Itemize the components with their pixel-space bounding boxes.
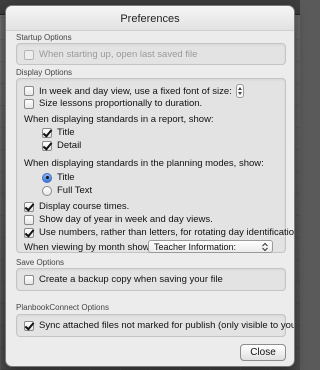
backup-copy-checkbox[interactable] <box>24 274 34 285</box>
planning-full-text-label: Full Text <box>57 185 93 196</box>
planning-title-radio[interactable] <box>42 172 52 183</box>
planning-full-text-radio[interactable] <box>42 185 52 196</box>
fixed-font-checkbox[interactable] <box>24 86 34 96</box>
report-detail-row: Detail <box>42 140 81 151</box>
day-of-year-label: Show day of year in week and day views. <box>39 214 213 225</box>
display-section-label: Display Options <box>16 68 73 77</box>
use-numbers-checkbox[interactable] <box>24 227 34 238</box>
report-title-row: Title <box>42 127 75 138</box>
window-title: Preferences <box>6 6 294 31</box>
open-last-saved-label: When starting up, open last saved file <box>39 49 198 60</box>
report-title-label: Title <box>57 127 75 138</box>
open-last-saved-row: When starting up, open last saved file <box>24 49 197 60</box>
sync-files-checkbox[interactable] <box>24 320 34 331</box>
course-times-row: Display course times. <box>24 201 129 212</box>
startup-group: When starting up, open last saved file <box>16 43 286 65</box>
month-view-label: When viewing by month show: <box>24 242 153 253</box>
use-numbers-row: Use numbers, rather than letters, for ro… <box>24 227 294 238</box>
report-detail-checkbox[interactable] <box>42 140 52 151</box>
display-group: In week and day view, use a fixed font o… <box>16 78 294 253</box>
save-section-label: Save Options <box>16 258 65 267</box>
save-group: Create a backup copy when saving your fi… <box>16 268 286 291</box>
preferences-window: Preferences Startup Options When startin… <box>6 6 294 366</box>
fixed-font-row: In week and day view, use a fixed font o… <box>24 84 244 98</box>
close-button[interactable]: Close <box>240 344 286 361</box>
fixed-font-label: In week and day view, use a fixed font o… <box>39 85 232 97</box>
select-chevrons-icon <box>262 242 268 252</box>
size-lessons-checkbox[interactable] <box>24 98 34 109</box>
planning-title-label: Title <box>57 172 75 183</box>
sync-files-label: Sync attached files not marked for publi… <box>39 320 294 331</box>
report-standards-heading: When displaying standards in a report, s… <box>24 114 214 125</box>
planning-standards-heading: When displaying standards in the plannin… <box>24 158 264 169</box>
use-numbers-label: Use numbers, rather than letters, for ro… <box>39 227 294 238</box>
planning-title-row: Title <box>42 172 75 183</box>
sync-files-row: Sync attached files not marked for publi… <box>24 320 294 331</box>
size-lessons-row: Size lessons proportionally to duration. <box>24 98 202 109</box>
backup-copy-row: Create a backup copy when saving your fi… <box>24 274 223 285</box>
course-times-label: Display course times. <box>39 201 130 212</box>
month-view-select-value: Teacher Information: <box>154 241 237 252</box>
planbook-connect-section-label: PlanbookConnect Options <box>16 303 109 312</box>
font-size-stepper[interactable] <box>235 84 244 98</box>
planning-full-text-row: Full Text <box>42 185 92 196</box>
backup-copy-label: Create a backup copy when saving your fi… <box>39 274 223 285</box>
size-lessons-label: Size lessons proportionally to duration. <box>39 98 203 109</box>
day-of-year-row: Show day of year in week and day views. <box>24 214 213 225</box>
startup-section-label: Startup Options <box>16 33 72 42</box>
planbook-connect-group: Sync attached files not marked for publi… <box>16 314 294 337</box>
report-detail-label: Detail <box>57 140 82 151</box>
month-view-select[interactable]: Teacher Information: <box>148 240 273 253</box>
open-last-saved-checkbox[interactable] <box>24 49 34 60</box>
report-title-checkbox[interactable] <box>42 127 52 138</box>
day-of-year-checkbox[interactable] <box>24 214 34 225</box>
course-times-checkbox[interactable] <box>24 201 34 212</box>
